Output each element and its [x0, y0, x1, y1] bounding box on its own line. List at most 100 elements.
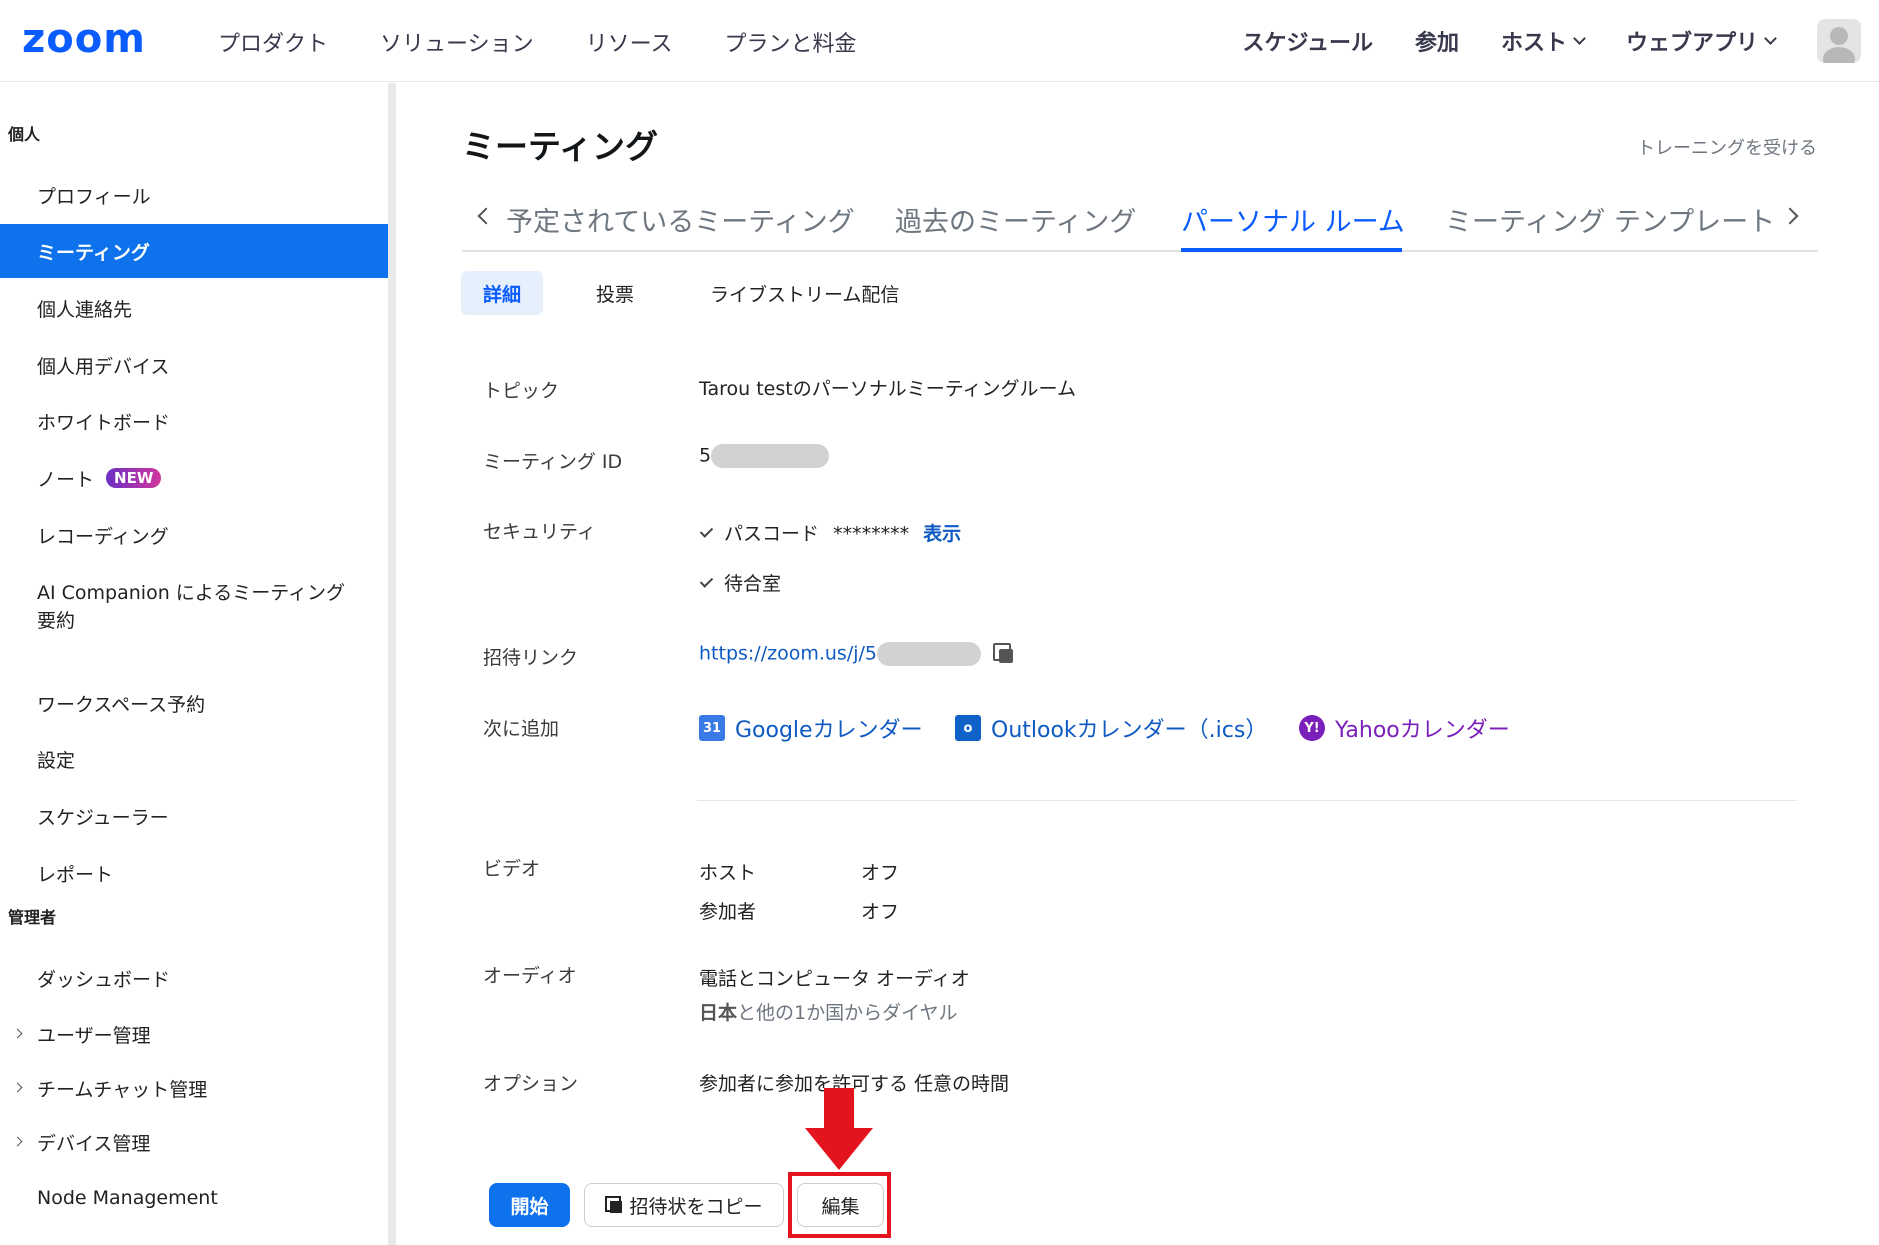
waiting-room-row: 待合室 [699, 569, 781, 596]
sidebar-item-user-management[interactable]: ユーザー管理 [0, 1007, 388, 1061]
sidebar-item-label: ミーティング [37, 241, 150, 264]
nav-link-product[interactable]: プロダクト [218, 26, 328, 58]
sidebar-item-device-management[interactable]: デバイス管理 [0, 1115, 388, 1169]
meeting-id-value: 5 [699, 444, 830, 468]
tab-upcoming[interactable]: 予定されているミーティング [506, 200, 855, 239]
nav-schedule-label: スケジュール [1242, 31, 1373, 56]
sidebar-item-label: AI Companion によるミーティング要約 [37, 582, 346, 632]
sidebar-section-admin: 管理者 [8, 908, 57, 927]
nav-join[interactable]: 参加 [1415, 25, 1459, 57]
sidebar-item-label: 個人用デバイス [37, 355, 170, 378]
sidebar-item-label: 設定 [37, 749, 76, 772]
google-calendar-label: Googleカレンダー [735, 718, 923, 743]
outlook-calendar-link[interactable]: o Outlookカレンダー（.ics） [955, 712, 1267, 744]
nav-webapp-dropdown[interactable]: ウェブアプリ [1626, 25, 1777, 57]
subtab-livestream[interactable]: ライブストリーム配信 [710, 271, 899, 315]
google-calendar-link[interactable]: 31 Googleカレンダー [699, 712, 923, 744]
copy-icon [605, 1196, 623, 1214]
passcode-label: パスコード [724, 523, 820, 545]
sidebar-item-notes[interactable]: ノート NEW [0, 451, 388, 505]
sidebar-item-ai-companion[interactable]: AI Companion によるミーティング要約 [0, 579, 388, 635]
yahoo-calendar-label: Yahooカレンダー [1335, 718, 1510, 743]
subtab-details[interactable]: 詳細 [461, 271, 544, 315]
dial-in-rest: と他の1か国からダイヤル [737, 1002, 958, 1024]
chevron-right-icon [12, 1082, 23, 1093]
sidebar-item-contacts[interactable]: 個人連絡先 [0, 281, 388, 335]
invite-link[interactable]: https://zoom.us/j/5 [699, 643, 877, 665]
check-icon [699, 524, 714, 538]
tab-personal-room[interactable]: パーソナル ルーム [1181, 200, 1405, 239]
chevron-right-icon [12, 1028, 23, 1039]
check-icon [699, 574, 714, 588]
nav-join-label: 参加 [1414, 31, 1459, 56]
sidebar-item-dashboard[interactable]: ダッシュボード [0, 951, 388, 1005]
sidebar-item-label: デバイス管理 [37, 1132, 151, 1155]
nav-schedule[interactable]: スケジュール [1242, 25, 1372, 57]
sidebar-item-label: ホワイトボード [37, 411, 171, 434]
zoom-logo[interactable]: zoom [22, 16, 146, 62]
security-label: セキュリティ [483, 521, 596, 543]
sidebar-item-label: ダッシュボード [37, 968, 171, 991]
sidebar-item-label: ワークスペース予約 [37, 693, 206, 716]
sidebar-item-label: Node Management [37, 1187, 218, 1209]
active-tab-indicator [1181, 248, 1402, 252]
copy-icon[interactable] [993, 643, 1015, 665]
start-button[interactable]: 開始 [489, 1183, 570, 1227]
sidebar-item-reports[interactable]: レポート [0, 846, 388, 900]
sidebar-item-whiteboard[interactable]: ホワイトボード [0, 394, 388, 448]
nav-host-label: ホスト [1500, 31, 1567, 56]
chevron-down-icon [1764, 32, 1777, 45]
video-participant-label: 参加者 [699, 901, 757, 923]
meeting-id-label: ミーティング ID [483, 451, 623, 473]
passcode-mask: ******** [833, 523, 910, 545]
page-title: ミーティング [462, 127, 659, 166]
dial-in-country: 日本 [699, 1002, 738, 1024]
sidebar-divider [388, 83, 396, 1245]
audio-dial-in: 日本と他の1か国からダイヤル [699, 998, 958, 1025]
video-host-label: ホスト [699, 862, 757, 884]
copy-invitation-button[interactable]: 招待状をコピー [584, 1183, 784, 1227]
nav-host-dropdown[interactable]: ホスト [1500, 25, 1586, 57]
google-calendar-icon: 31 [699, 715, 725, 741]
tab-templates[interactable]: ミーティング テンプレート [1445, 200, 1775, 239]
nav-link-resources[interactable]: リソース [586, 26, 673, 58]
waiting-room-label: 待合室 [724, 573, 782, 595]
nav-link-pricing[interactable]: プランと料金 [724, 26, 856, 58]
copy-invitation-label: 招待状をコピー [629, 1195, 763, 1218]
yahoo-calendar-link[interactable]: Y! Yahooカレンダー [1299, 712, 1510, 744]
chevron-left-icon[interactable] [477, 207, 495, 225]
new-badge: NEW [106, 468, 162, 488]
avatar[interactable] [1817, 19, 1861, 63]
sidebar-item-team-chat[interactable]: チームチャット管理 [0, 1061, 388, 1115]
video-participant-value: オフ [861, 901, 900, 923]
subtab-polls[interactable]: 投票 [596, 271, 634, 315]
audio-value: 電話とコンピュータ オーディオ [699, 968, 970, 990]
options-label: オプション [483, 1073, 579, 1095]
nav-link-solutions[interactable]: ソリューション [380, 26, 534, 58]
yahoo-icon: Y! [1299, 715, 1325, 741]
options-value: 参加者に参加を許可する 任意の時間 [699, 1073, 1010, 1095]
sidebar-item-workspace[interactable]: ワークスペース予約 [0, 676, 388, 730]
nav-right: スケジュール 参加 ホスト ウェブアプリ [1242, 0, 1879, 82]
sidebar-item-scheduler[interactable]: スケジューラー [0, 789, 388, 843]
show-passcode-link[interactable]: 表示 [923, 523, 961, 545]
sidebar-item-settings[interactable]: 設定 [0, 732, 388, 786]
section-divider [697, 800, 1797, 801]
add-to-label: 次に追加 [483, 718, 560, 740]
sidebar-item-node-management[interactable]: Node Management [0, 1171, 388, 1225]
invite-link-label: 招待リンク [483, 647, 579, 669]
training-link[interactable]: トレーニングを受ける [1637, 134, 1817, 160]
sidebar-item-profile[interactable]: プロフィール [0, 168, 388, 222]
redacted-mask [711, 444, 830, 468]
sidebar-item-devices[interactable]: 個人用デバイス [0, 338, 388, 392]
top-nav: zoom プロダクト ソリューション リソース プランと料金 スケジュール 参加… [0, 0, 1879, 82]
chevron-right-icon[interactable] [1781, 207, 1799, 225]
tab-previous[interactable]: 過去のミーティング [895, 200, 1136, 239]
sidebar-item-label: チームチャット管理 [37, 1078, 208, 1101]
sidebar-item-label: ノート [37, 468, 95, 491]
main-nav-links: プロダクト ソリューション リソース プランと料金 [218, 26, 909, 58]
sidebar-item-meetings[interactable]: ミーティング [0, 224, 388, 278]
topic-value: Tarou testのパーソナルミーティングルーム [699, 378, 1076, 400]
sidebar-item-recordings[interactable]: レコーディング [0, 508, 388, 562]
sidebar-item-label: スケジューラー [37, 806, 169, 829]
